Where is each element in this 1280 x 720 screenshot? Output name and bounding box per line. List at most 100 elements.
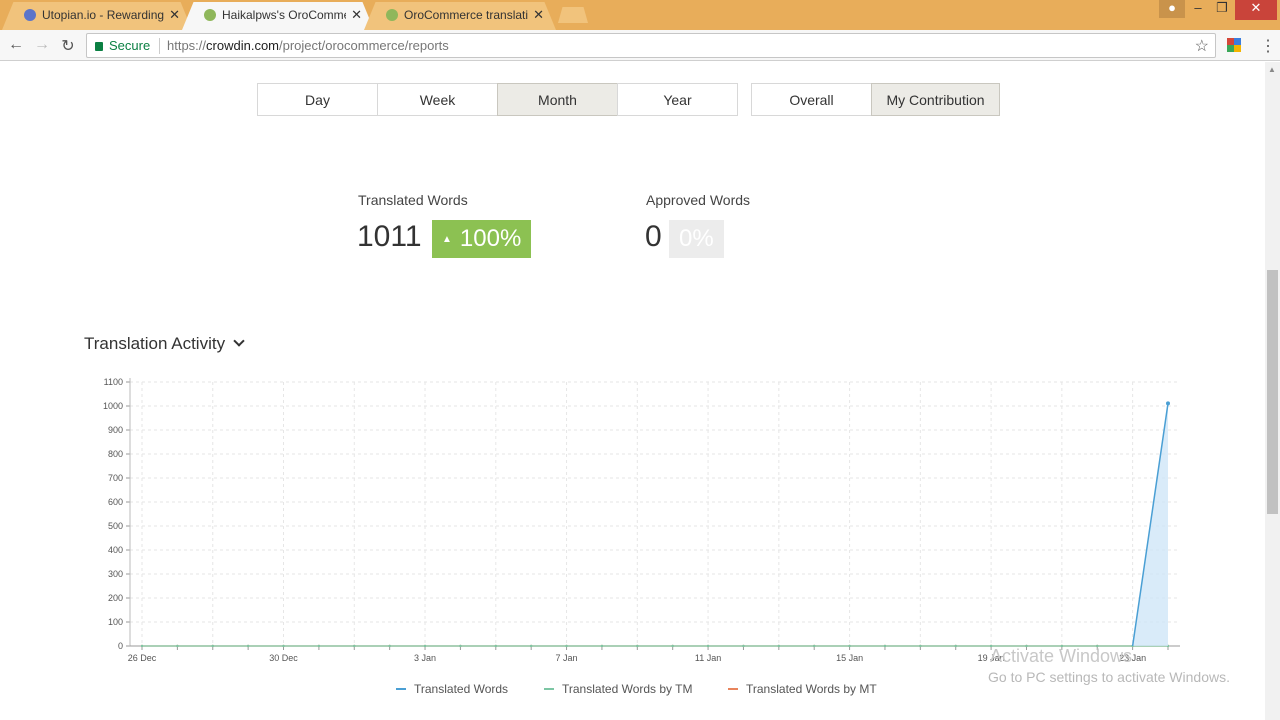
y-tick-label: 300 xyxy=(108,569,123,579)
new-tab-button[interactable] xyxy=(558,7,588,23)
tab-title: OroCommerce translatio xyxy=(404,8,528,22)
legend-swatch xyxy=(728,688,738,690)
y-tick-label: 200 xyxy=(108,593,123,603)
y-tick-label: 800 xyxy=(108,449,123,459)
series-point xyxy=(353,644,356,648)
extension-icon[interactable] xyxy=(1227,38,1241,52)
up-triangle-icon: ▲ xyxy=(442,233,452,245)
x-tick-label: 30 Dec xyxy=(269,653,298,663)
legend-label: Translated Words xyxy=(414,682,509,696)
close-window-icon[interactable]: ✕ xyxy=(1235,0,1277,20)
scrollbar-thumb[interactable] xyxy=(1267,270,1278,514)
tab-title: Haikalpws's OroCommer xyxy=(222,8,346,22)
restore-icon[interactable]: ❐ xyxy=(1209,0,1235,18)
bookmark-star-icon[interactable]: ☆ xyxy=(1195,36,1209,56)
y-tick-label: 1000 xyxy=(103,401,123,411)
legend-item-translated[interactable]: Translated Words xyxy=(396,682,508,696)
scroll-up-icon[interactable]: ▲ xyxy=(1268,65,1276,74)
period-week-button[interactable]: Week xyxy=(377,83,498,116)
approved-words-label: Approved Words xyxy=(646,192,751,208)
translated-change-value: 100% xyxy=(459,225,522,252)
series-point xyxy=(176,644,179,648)
browser-toolbar: ← → ↻ Secure https://crowdin.com/project… xyxy=(0,30,1280,61)
period-year-button[interactable]: Year xyxy=(617,83,738,116)
series-point xyxy=(742,644,745,648)
legend-swatch xyxy=(396,688,406,690)
series-point xyxy=(529,644,533,648)
page-content: Day Week Month Year Overall My Contribut… xyxy=(0,62,1265,720)
user-profile-icon[interactable]: ● xyxy=(1159,0,1185,18)
activate-windows-title: Activate Windows xyxy=(990,646,1133,666)
reload-icon[interactable]: ↻ xyxy=(58,36,78,56)
translation-activity-dropdown[interactable]: Translation Activity xyxy=(84,334,245,354)
url-path: /project/orocommerce/reports xyxy=(279,38,449,53)
browser-tab-haikalpws[interactable]: Haikalpws's OroCommer ✕ xyxy=(182,2,374,30)
scope-my-contribution-button[interactable]: My Contribution xyxy=(871,83,1000,116)
url-text[interactable]: https://crowdin.com/project/orocommerce/… xyxy=(167,38,449,53)
series-point xyxy=(282,644,285,648)
minimize-icon[interactable]: – xyxy=(1185,0,1211,18)
series-point xyxy=(211,644,214,648)
tab-title: Utopian.io - Rewarding C xyxy=(42,8,166,22)
series-point xyxy=(600,644,604,648)
y-tick-label: 1100 xyxy=(104,377,123,387)
series-point xyxy=(883,644,887,648)
crowdin-favicon-icon xyxy=(204,9,216,21)
x-tick-label: 11 Jan xyxy=(695,653,721,663)
close-tab-icon[interactable]: ✕ xyxy=(533,7,544,23)
translated-words-point xyxy=(1166,401,1170,406)
legend-item-tm[interactable]: Translated Words by TM xyxy=(544,682,693,696)
secure-indicator[interactable]: Secure xyxy=(95,38,150,53)
series-point xyxy=(706,644,710,648)
close-tab-icon[interactable]: ✕ xyxy=(169,7,180,23)
series-point xyxy=(565,644,568,648)
browser-menu-icon[interactable]: ⋮ xyxy=(1260,36,1276,56)
page-scrollbar[interactable]: ▲ xyxy=(1265,62,1280,720)
y-tick-label: 700 xyxy=(108,473,123,483)
chevron-down-icon xyxy=(233,335,245,347)
approved-change-value: 0% xyxy=(679,225,714,252)
series-point xyxy=(777,644,781,648)
secure-label: Secure xyxy=(109,38,151,53)
scope-overall-button[interactable]: Overall xyxy=(751,83,872,116)
close-tab-icon[interactable]: ✕ xyxy=(351,7,362,23)
browser-tab-orocommerce[interactable]: OroCommerce translatio ✕ xyxy=(364,2,556,30)
series-point xyxy=(140,644,144,648)
series-point xyxy=(954,644,957,648)
series-point xyxy=(848,644,851,648)
utopian-favicon-icon xyxy=(24,9,36,21)
series-point xyxy=(919,644,922,648)
series-point xyxy=(813,644,816,648)
y-tick-label: 0 xyxy=(118,641,123,651)
browser-tab-utopian[interactable]: Utopian.io - Rewarding C ✕ xyxy=(2,2,192,30)
x-tick-label: 26 Dec xyxy=(128,653,157,663)
y-tick-label: 600 xyxy=(108,497,123,507)
series-point xyxy=(459,644,462,648)
approved-words-value: 0 xyxy=(645,220,662,253)
lock-icon xyxy=(95,42,103,51)
series-point xyxy=(494,644,497,648)
browser-tabstrip: Utopian.io - Rewarding C ✕ Haikalpws's O… xyxy=(0,0,1280,30)
y-tick-label: 500 xyxy=(108,521,123,531)
period-month-button[interactable]: Month xyxy=(497,83,618,116)
y-tick-label: 400 xyxy=(108,545,123,555)
series-point xyxy=(636,644,639,648)
address-bar[interactable]: Secure https://crowdin.com/project/oroco… xyxy=(86,33,1216,58)
activate-windows-subtitle: Go to PC settings to activate Windows. xyxy=(988,669,1230,685)
legend-item-mt[interactable]: Translated Words by MT xyxy=(728,682,877,696)
translated-words-label: Translated Words xyxy=(358,192,468,208)
period-selector: Day Week Month Year xyxy=(257,83,738,116)
period-day-button[interactable]: Day xyxy=(257,83,378,116)
series-point xyxy=(246,644,250,648)
series-point xyxy=(388,644,391,648)
url-host: crowdin.com xyxy=(206,38,279,53)
translated-words-value: 1011 xyxy=(357,220,422,253)
scope-selector: Overall My Contribution xyxy=(751,83,1000,116)
series-point xyxy=(671,644,674,648)
legend-swatch xyxy=(544,688,554,690)
back-arrow-icon[interactable]: ← xyxy=(6,36,26,54)
forward-arrow-icon[interactable]: → xyxy=(32,36,52,54)
legend-label: Translated Words by MT xyxy=(746,682,877,696)
legend-label: Translated Words by TM xyxy=(562,682,693,696)
series-point xyxy=(317,644,321,648)
